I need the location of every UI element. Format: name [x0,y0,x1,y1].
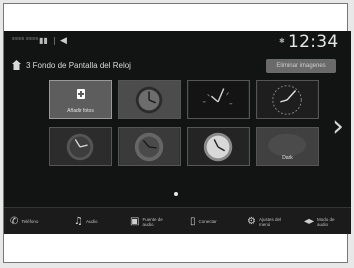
audio-mode-label: Modo de audio [317,216,335,227]
page-indicator [174,192,178,196]
clock-wallpaper-image [50,128,111,165]
phone-icon: ✆ [10,216,19,227]
phone-label: Teléfono [21,219,39,224]
wallpaper-label: Dark [282,155,293,161]
add-photo-label: Añadir fotos [67,108,94,114]
clock-wallpaper-image [257,81,318,118]
add-photo-tile[interactable]: Añadir fotos [49,80,112,119]
phone-button[interactable]: ✆ Teléfono [10,213,38,230]
status-mini-text: ≡≡≡≡ ≡≡≡≡ [12,36,39,42]
display-screen: ≡≡≡≡ ≡≡≡≡ ▮▮ ◀ ✱ 12:34 3 Fondo de Pantal… [4,31,351,234]
gps-icon: ✱ [279,38,285,45]
clock-wallpaper-image [119,128,180,165]
home-icon[interactable] [12,60,21,70]
source-icon: ▣ [130,216,140,227]
mode-icon: ◂▸ [304,216,315,227]
audio-button[interactable]: ♫ Audio [74,213,97,230]
connect-button[interactable]: ▯ Conectar [190,213,217,230]
audio-source-button[interactable]: ▣ Fuente de audio [130,213,168,230]
wallpaper-tile[interactable] [118,80,181,119]
wallpaper-tile[interactable] [118,127,181,166]
wallpaper-tile[interactable] [187,127,250,166]
divider [54,37,55,45]
audio-source-label: Fuente de audio [142,216,163,227]
wallpaper-tile[interactable]: Dark [256,127,319,166]
add-photo-icon [77,89,85,99]
status-bar: ≡≡≡≡ ≡≡≡≡ ▮▮ ◀ ✱ 12:34 [4,31,351,53]
smartphone-icon: ▯ [190,216,196,227]
delete-all-button[interactable]: Eliminar imagenes [266,59,336,73]
speaker-icon: ◀ [60,35,67,45]
connect-label: Conectar [198,219,217,224]
clock: 12:34 [288,32,339,52]
audio-mode-button[interactable]: ◂▸ Modo de audio [304,213,343,230]
page-title: 3 Fondo de Pantalla del Reloj [26,61,131,70]
gear-icon: ⚙ [247,216,256,227]
audio-label: Audio [85,219,98,224]
wallpaper-tile[interactable] [49,127,112,166]
clock-wallpaper-image [188,81,249,118]
settings-button[interactable]: ⚙ Ajustes del menú [247,213,285,230]
settings-label: Ajustes del menú [258,216,281,227]
wallpaper-tile[interactable] [187,80,250,119]
bottom-bar: ✆ Teléfono ♫ Audio ▣ Fuente de audio ▯ C… [4,207,351,234]
wallpaper-tile[interactable] [256,80,319,119]
chevron-right-icon[interactable]: › [332,109,344,144]
clock-wallpaper-image [119,81,180,118]
title-bar: 3 Fondo de Pantalla del Reloj Eliminar i… [4,57,351,75]
music-icon: ♫ [74,216,83,227]
clock-wallpaper-image [188,128,249,165]
signal-icon: ▮▮ [39,36,48,45]
